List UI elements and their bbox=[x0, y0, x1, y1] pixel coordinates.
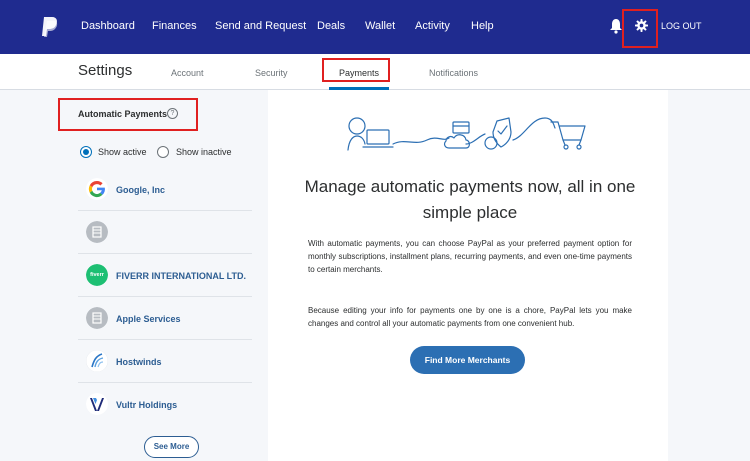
main-headline: Manage automatic payments now, all in on… bbox=[304, 177, 636, 222]
nav-wallet[interactable]: Wallet bbox=[365, 20, 395, 32]
description-paragraph-1: With automatic payments, you can choose … bbox=[308, 239, 632, 274]
gear-icon[interactable] bbox=[635, 19, 648, 32]
merchant-row-fiverr[interactable]: fiverr FIVERR INTERNATIONAL LTD. bbox=[78, 254, 252, 297]
merchant-name: Hostwinds bbox=[116, 357, 162, 367]
description-paragraph-2: Because editing your info for payments o… bbox=[308, 306, 632, 328]
nav-activity[interactable]: Activity bbox=[415, 20, 450, 32]
tab-security[interactable]: Security bbox=[255, 68, 288, 78]
merchant-name: Apple Services bbox=[116, 314, 181, 324]
building-icon bbox=[86, 307, 108, 329]
merchant-row-google[interactable]: Google, Inc bbox=[78, 168, 252, 211]
show-active-label[interactable]: Show active bbox=[98, 147, 147, 157]
merchant-row-hostwinds[interactable]: Hostwinds bbox=[78, 340, 252, 383]
tab-notifications[interactable]: Notifications bbox=[429, 68, 478, 78]
automatic-payments-title: Automatic Payments bbox=[78, 109, 168, 119]
show-inactive-label[interactable]: Show inactive bbox=[176, 147, 232, 157]
nav-help[interactable]: Help bbox=[471, 20, 494, 32]
paypal-logo-icon[interactable] bbox=[40, 16, 60, 38]
find-more-merchants-button[interactable]: Find More Merchants bbox=[410, 346, 525, 374]
hostwinds-logo-icon bbox=[86, 350, 108, 372]
merchant-row-vultr[interactable]: Vultr Holdings bbox=[78, 383, 252, 426]
google-logo-icon bbox=[86, 178, 108, 200]
building-icon bbox=[86, 221, 108, 243]
bell-icon[interactable] bbox=[609, 18, 623, 34]
nav-dashboard[interactable]: Dashboard bbox=[81, 20, 135, 32]
merchant-name: Google, Inc bbox=[116, 185, 166, 195]
merchant-name: FIVERR INTERNATIONAL LTD. bbox=[116, 271, 246, 281]
see-more-button[interactable]: See More bbox=[144, 436, 199, 458]
nav-finances[interactable]: Finances bbox=[152, 20, 197, 32]
payments-illustration-icon bbox=[347, 117, 586, 151]
help-icon[interactable]: ? bbox=[167, 108, 178, 119]
payments-highlight-box bbox=[322, 58, 390, 82]
page-title: Settings bbox=[78, 62, 133, 79]
fiverr-logo-text: fiverr bbox=[90, 272, 104, 278]
show-active-radio[interactable] bbox=[80, 146, 92, 158]
nav-send-and-request[interactable]: Send and Request bbox=[215, 20, 306, 32]
merchant-name: Vultr Holdings bbox=[116, 400, 178, 410]
nav-deals[interactable]: Deals bbox=[317, 20, 345, 32]
show-inactive-radio[interactable] bbox=[157, 146, 169, 158]
tab-account[interactable]: Account bbox=[171, 68, 204, 78]
vultr-logo-icon bbox=[86, 393, 108, 415]
merchant-row-unnamed[interactable] bbox=[78, 211, 252, 254]
logout-link[interactable]: LOG OUT bbox=[661, 21, 702, 31]
merchant-row-apple[interactable]: Apple Services bbox=[78, 297, 252, 340]
